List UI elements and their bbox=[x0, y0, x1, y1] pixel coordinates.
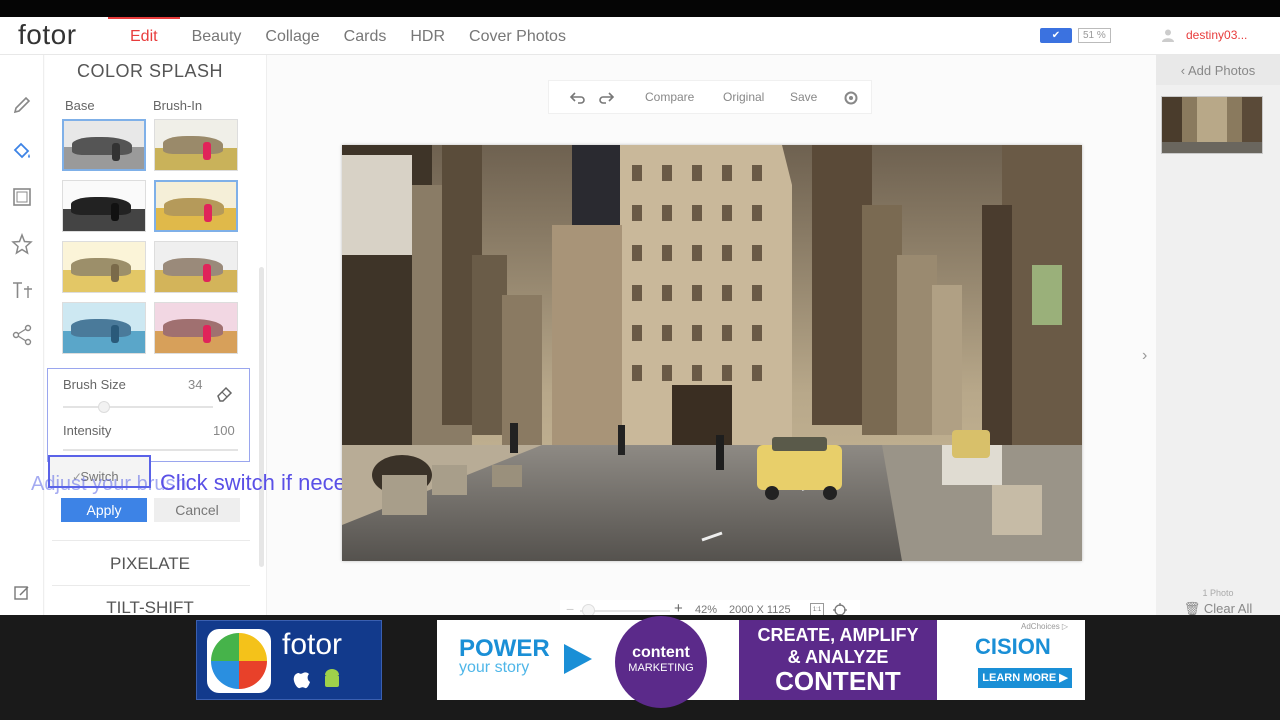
cancel-button[interactable]: Cancel bbox=[154, 498, 240, 522]
base-thumb-3[interactable] bbox=[62, 241, 146, 293]
tilt-shift-item[interactable]: TILT-SHIFT bbox=[45, 598, 255, 615]
pixelate-item[interactable]: PIXELATE bbox=[45, 554, 255, 574]
divider bbox=[52, 540, 250, 541]
clear-all-button[interactable]: 🗑 Clear All bbox=[1156, 602, 1280, 615]
screen: fotor Edit Beauty Collage Cards HDR Cove… bbox=[0, 0, 1280, 720]
brush-settings-box: Brush Size 34 Intensity 100 bbox=[47, 368, 250, 462]
brush-size-handle[interactable] bbox=[98, 401, 110, 413]
base-thumb-2[interactable] bbox=[62, 180, 146, 232]
base-thumb-1[interactable] bbox=[62, 119, 146, 171]
tab-cards[interactable]: Cards bbox=[332, 17, 399, 55]
photo-thumbnail[interactable] bbox=[1161, 96, 1263, 154]
brush-size-slider[interactable] bbox=[63, 406, 213, 408]
brush-thumb-4[interactable] bbox=[154, 302, 238, 354]
ad-purple-block: CREATE, AMPLIFY & ANALYZE CONTENT bbox=[739, 620, 937, 700]
fotor-logo[interactable]: fotor bbox=[18, 19, 77, 51]
edit-note-icon[interactable] bbox=[12, 583, 32, 603]
ad-line-3: CONTENT bbox=[775, 666, 901, 696]
fotor-ad-name: fotor bbox=[282, 628, 343, 661]
badge-marketing-text: MARKETING bbox=[628, 662, 694, 674]
original-button[interactable]: Original bbox=[723, 90, 764, 104]
actual-size-button[interactable]: 1:1 bbox=[810, 603, 824, 615]
ad-line-1: CREATE, AMPLIFY bbox=[757, 625, 919, 645]
brush-size-label: Brush Size bbox=[63, 377, 126, 392]
fit-to-screen-icon[interactable] bbox=[832, 602, 848, 615]
base-label: Base bbox=[65, 98, 95, 113]
color-splash-panel: COLOR SPLASH Base Brush-In bbox=[45, 55, 267, 615]
content-marketing-badge: content MARKETING bbox=[615, 616, 707, 708]
main-nav: Edit Beauty Collage Cards HDR Cover Phot… bbox=[108, 17, 578, 55]
ad-story-text: your story bbox=[459, 659, 530, 676]
ad-choices-label[interactable]: AdChoices ▷ bbox=[1021, 622, 1068, 631]
paint-bucket-icon[interactable] bbox=[8, 137, 36, 165]
add-photos-label: Add Photos bbox=[1188, 63, 1256, 78]
brush-thumb-3[interactable] bbox=[154, 241, 238, 293]
redo-icon[interactable] bbox=[597, 88, 617, 108]
photo-count: 1 Photo bbox=[1202, 588, 1234, 598]
pencil-icon[interactable] bbox=[8, 91, 36, 119]
brush-in-label: Brush-In bbox=[153, 98, 203, 113]
intensity-value: 100 bbox=[213, 423, 235, 438]
eraser-icon[interactable] bbox=[215, 383, 235, 403]
thumbnail-image bbox=[1162, 97, 1262, 153]
photo-canvas[interactable] bbox=[342, 145, 1082, 561]
play-arrow-icon bbox=[564, 644, 592, 674]
intensity-slider[interactable] bbox=[63, 449, 238, 451]
tool-rail bbox=[0, 55, 44, 615]
badge-content-text: content bbox=[632, 644, 690, 661]
quota-count: 51 % bbox=[1078, 28, 1111, 43]
gear-icon[interactable] bbox=[841, 88, 861, 108]
fotor-app-ad[interactable]: fotor bbox=[196, 620, 382, 700]
zoom-handle[interactable] bbox=[582, 604, 595, 615]
tab-collage[interactable]: Collage bbox=[253, 17, 331, 55]
apple-android-icons bbox=[293, 669, 339, 689]
zoom-out-button[interactable]: − bbox=[566, 601, 574, 615]
fotor-app: fotor Edit Beauty Collage Cards HDR Cove… bbox=[0, 17, 1280, 615]
editor-toolbar: Compare Original Save bbox=[548, 80, 872, 114]
top-black-bar bbox=[0, 0, 1280, 17]
zoom-bar: − + 42% 2000 X 1125 1:1 bbox=[560, 600, 860, 615]
panel-scrollbar[interactable] bbox=[259, 267, 264, 567]
trash-icon: 🗑 bbox=[1183, 601, 1204, 615]
learn-more-button[interactable]: LEARN MORE ▶ bbox=[978, 668, 1072, 688]
tab-edit[interactable]: Edit bbox=[108, 17, 180, 55]
ad-strip: fotor POWER your story content MARKETING… bbox=[0, 615, 1280, 720]
zoom-in-button[interactable]: + bbox=[674, 600, 683, 615]
compare-button[interactable]: Compare bbox=[645, 90, 694, 104]
clear-all-label: Clear All bbox=[1203, 601, 1253, 615]
username-link[interactable]: destiny03... bbox=[1186, 28, 1247, 42]
undo-icon[interactable] bbox=[567, 88, 587, 108]
text-icon[interactable] bbox=[8, 276, 36, 304]
quota-badge[interactable]: ✔ bbox=[1040, 28, 1072, 43]
base-thumb-4[interactable] bbox=[62, 302, 146, 354]
tab-cover-photos[interactable]: Cover Photos bbox=[457, 17, 578, 55]
zoom-percent: 42% bbox=[695, 604, 718, 615]
city-street-photo bbox=[342, 145, 1082, 561]
tab-hdr[interactable]: HDR bbox=[398, 17, 457, 55]
image-dimensions: 2000 X 1125 bbox=[729, 604, 791, 615]
ad-line-2: & ANALYZE bbox=[787, 647, 889, 667]
intensity-label: Intensity bbox=[63, 423, 112, 438]
fotor-color-wheel-logo bbox=[207, 629, 271, 693]
cision-logo: CISION bbox=[975, 634, 1051, 659]
divider bbox=[52, 585, 250, 586]
frame-icon[interactable] bbox=[8, 183, 36, 211]
photo-tray: ‹ Add Photos 1 Photo 🗑 Clear All bbox=[1156, 55, 1280, 615]
brush-size-value: 34 bbox=[188, 377, 203, 392]
chevron-left-icon: ‹ bbox=[1180, 63, 1188, 78]
star-icon[interactable] bbox=[8, 230, 36, 258]
panel-title: COLOR SPLASH bbox=[76, 61, 224, 81]
user-icon[interactable] bbox=[1161, 28, 1175, 42]
cision-ad[interactable]: POWER your story content MARKETING CREAT… bbox=[437, 616, 1085, 708]
apply-button[interactable]: Apply bbox=[61, 498, 147, 522]
save-button[interactable]: Save bbox=[790, 90, 817, 104]
add-photos-button[interactable]: ‹ Add Photos bbox=[1156, 55, 1280, 85]
brush-thumb-1[interactable] bbox=[154, 119, 238, 171]
brush-thumb-2[interactable] bbox=[154, 180, 238, 232]
header: fotor Edit Beauty Collage Cards HDR Cove… bbox=[0, 17, 1280, 55]
next-arrow-icon[interactable]: › bbox=[1142, 347, 1147, 365]
share-icon[interactable] bbox=[8, 321, 36, 349]
tab-beauty[interactable]: Beauty bbox=[180, 17, 254, 55]
